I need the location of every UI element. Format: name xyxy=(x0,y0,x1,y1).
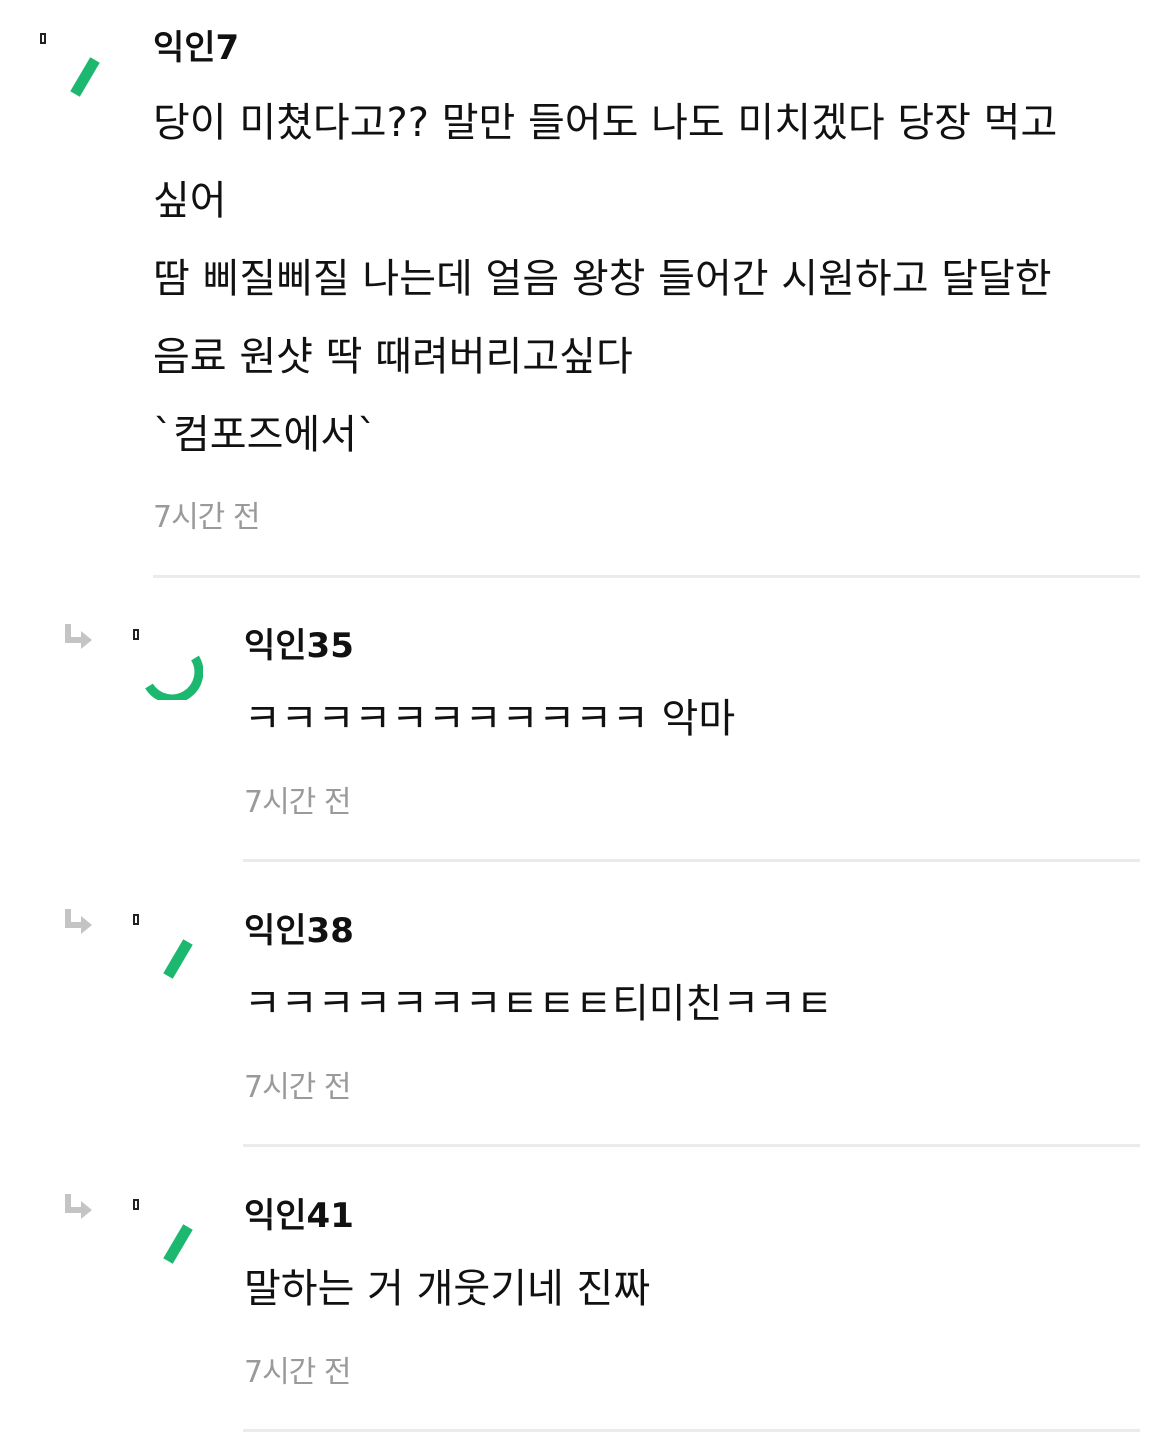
reply-nickname[interactable]: 익인38 xyxy=(244,911,354,951)
reply-divider xyxy=(243,1144,1140,1147)
reply-timestamp: 7시간 전 xyxy=(244,785,351,820)
broken-image-icon xyxy=(133,1199,139,1210)
reply-text: 말하는 거 개웃기네 진짜 xyxy=(244,1266,651,1312)
reply-divider xyxy=(243,1429,1140,1432)
reply-timestamp: 7시간 전 xyxy=(244,1070,351,1105)
reply-arrow-icon xyxy=(65,909,92,934)
avatar-mark-icon xyxy=(70,57,100,97)
avatar-mark-icon xyxy=(145,655,203,700)
comment-divider xyxy=(153,575,1140,578)
reply-arrow-icon xyxy=(65,624,92,649)
reply-divider xyxy=(243,859,1140,862)
reply-text: ㅋㅋㅋㅋㅋㅋㅋㅌㅌㅌ티미친ㅋㅋㅌ xyxy=(244,981,833,1027)
comment-nickname[interactable]: 익인7 xyxy=(153,28,239,68)
comment-timestamp: 7시간 전 xyxy=(153,500,260,535)
broken-image-icon xyxy=(40,33,46,44)
broken-image-icon xyxy=(133,914,139,925)
reply-arrow-icon xyxy=(65,1194,92,1219)
reply-nickname[interactable]: 익인35 xyxy=(244,626,354,666)
reply-text: ㅋㅋㅋㅋㅋㅋㅋㅋㅋㅋㅋ 악마 xyxy=(244,696,736,742)
avatar-mark-icon xyxy=(163,1224,193,1264)
comment-text: 당이 미쳤다고?? 말만 들어도 나도 미치겠다 당장 먹고 싶어 땀 삐질삐질… xyxy=(153,100,1058,458)
avatar-mark-icon xyxy=(163,939,193,979)
broken-image-icon xyxy=(133,629,139,640)
reply-nickname[interactable]: 익인41 xyxy=(244,1196,354,1236)
reply-timestamp: 7시간 전 xyxy=(244,1355,351,1390)
